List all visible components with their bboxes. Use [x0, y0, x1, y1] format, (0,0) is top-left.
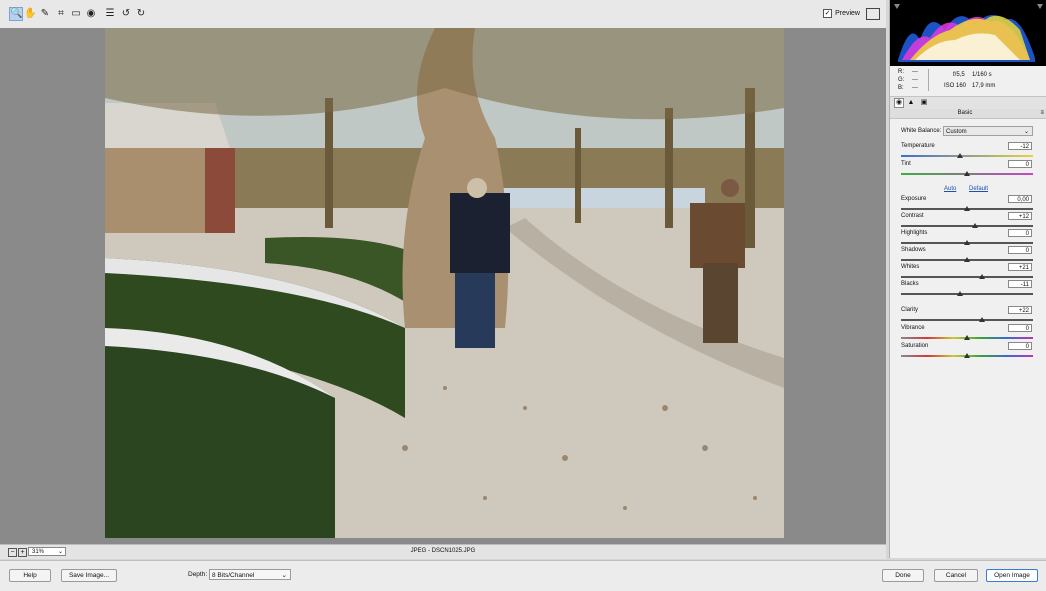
bottom-bar: Help Save Image... Depth: 8 Bits/Channel… — [0, 560, 1046, 591]
tint-value-field[interactable]: 0 — [1008, 160, 1032, 168]
preview-toggle[interactable]: ✓ Preview — [823, 9, 860, 18]
crop-icon[interactable]: ⌗ — [55, 8, 67, 20]
auto-link[interactable]: Auto — [944, 186, 956, 192]
redeye-icon[interactable]: ◉ — [85, 8, 97, 20]
zoom-icon[interactable]: 🔍 — [9, 7, 23, 21]
preview-label: Preview — [835, 10, 860, 17]
shutter-value: 1/160 s — [972, 72, 992, 78]
saturation-label: Saturation — [901, 343, 929, 349]
highlights-slider-thumb[interactable] — [964, 240, 970, 245]
toolbar: 🔍 ✋ ✎ ⌗ ▭ ◉ ☰ ↺ ↻ ✓ Preview — [0, 0, 886, 29]
straighten-icon[interactable]: ▭ — [70, 8, 82, 20]
shadows-value-field[interactable]: 0 — [1008, 246, 1032, 254]
list-icon[interactable]: ☰ — [104, 8, 116, 20]
shadows-slider-thumb[interactable] — [964, 257, 970, 262]
tint-label: Tint — [901, 161, 911, 167]
chevron-down-icon: ⌄ — [1023, 129, 1029, 135]
open-image-button[interactable]: Open Image — [986, 569, 1038, 582]
temperature-slider-thumb[interactable] — [957, 153, 964, 158]
temperature-slider-track[interactable] — [901, 155, 1033, 157]
highlights-value-field[interactable]: 0 — [1008, 229, 1032, 237]
depth-value: 8 Bits/Channel — [212, 572, 255, 579]
blacks-slider-track[interactable] — [901, 293, 1033, 295]
exposure-value-field[interactable]: 0,00 — [1008, 195, 1032, 203]
clarity-value-field[interactable]: +22 — [1008, 306, 1032, 314]
eyedropper-icon[interactable]: ✎ — [39, 8, 51, 20]
tone-curve-tab-icon[interactable]: ▲ — [907, 99, 915, 107]
temperature-label: Temperature — [901, 143, 935, 149]
whites-slider-thumb[interactable] — [978, 274, 985, 279]
temperature-value-field[interactable]: -12 — [1008, 142, 1032, 150]
panel-menu-icon[interactable]: ≡ — [1040, 110, 1044, 116]
contrast-label: Contrast — [901, 213, 924, 219]
chevron-down-icon: ⌄ — [281, 572, 287, 579]
depth-select[interactable]: 8 Bits/Channel ⌄ — [209, 569, 291, 580]
panel-tabs: ◉ ▲ ▣ — [890, 96, 1046, 110]
shadows-label: Shadows — [901, 247, 926, 253]
status-bar: − + 31% ⌄ JPEG - DSCN1025.JPG — [0, 544, 886, 559]
blacks-label: Blacks — [901, 281, 919, 287]
pixel-info: R: --- G: --- B: --- f/5,5 1/160 s ISO 1… — [890, 66, 1046, 96]
blacks-slider-thumb[interactable] — [957, 291, 964, 296]
b-label: B: — [898, 85, 904, 91]
fullscreen-icon[interactable] — [866, 8, 880, 20]
g-label: G: — [898, 77, 905, 83]
side-panel: R: --- G: --- B: --- f/5,5 1/160 s ISO 1… — [889, 0, 1046, 558]
r-label: R: — [898, 69, 904, 75]
white-balance-select[interactable]: Custom ⌄ — [943, 126, 1033, 136]
contrast-value-field[interactable]: +12 — [1008, 212, 1032, 220]
vibrance-value-field[interactable]: 0 — [1008, 324, 1032, 332]
clarity-label: Clarity — [901, 307, 919, 313]
cancel-button[interactable]: Cancel — [934, 569, 978, 582]
camera-tab-icon[interactable]: ▣ — [920, 99, 928, 107]
exposure-label: Exposure — [901, 196, 927, 202]
vibrance-label: Vibrance — [901, 325, 925, 331]
rotate-right-icon[interactable]: ↻ — [135, 8, 147, 20]
whites-value-field[interactable]: +21 — [1008, 263, 1032, 271]
done-button[interactable]: Done — [882, 569, 924, 582]
photo-preview — [105, 28, 784, 538]
contrast-slider-thumb[interactable] — [971, 223, 978, 228]
basic-tab-icon[interactable]: ◉ — [894, 98, 904, 108]
saturation-slider-thumb[interactable] — [964, 353, 970, 358]
exposure-slider-thumb[interactable] — [964, 206, 970, 211]
tint-slider-thumb[interactable] — [964, 171, 970, 176]
panel-title: Basic — [957, 110, 973, 116]
clarity-slider-thumb[interactable] — [978, 317, 985, 322]
vibrance-slider-thumb[interactable] — [964, 335, 970, 340]
highlights-label: Highlights — [901, 230, 928, 236]
clarity-slider-track[interactable] — [901, 319, 1033, 321]
panel-header: Basic ≡ — [890, 109, 1046, 119]
blacks-value-field[interactable]: -11 — [1008, 280, 1032, 288]
whites-slider-track[interactable] — [901, 276, 1033, 278]
white-balance-value: Custom — [946, 129, 967, 135]
rotate-left-icon[interactable]: ↺ — [120, 8, 132, 20]
focal-value: 17,9 mm — [972, 83, 996, 89]
preview-checkbox[interactable]: ✓ — [823, 9, 833, 18]
depth-label: Depth: — [188, 571, 208, 578]
iso-value: ISO 160 — [944, 83, 967, 89]
help-button[interactable]: Help — [9, 569, 51, 582]
hand-icon[interactable]: ✋ — [24, 8, 36, 20]
image-canvas[interactable] — [0, 28, 886, 544]
file-info: JPEG - DSCN1025.JPG — [410, 548, 476, 554]
default-link[interactable]: Default — [969, 186, 988, 192]
aperture-value: f/5,5 — [953, 72, 965, 78]
contrast-slider-track[interactable] — [901, 225, 1033, 227]
g-value: --- — [912, 77, 918, 83]
histogram — [890, 0, 1046, 66]
r-value: --- — [912, 69, 918, 75]
b-value: --- — [912, 85, 918, 91]
saturation-value-field[interactable]: 0 — [1008, 342, 1032, 350]
whites-label: Whites — [901, 264, 920, 270]
white-balance-label: White Balance: — [901, 128, 942, 134]
save-image-button[interactable]: Save Image... — [61, 569, 117, 582]
